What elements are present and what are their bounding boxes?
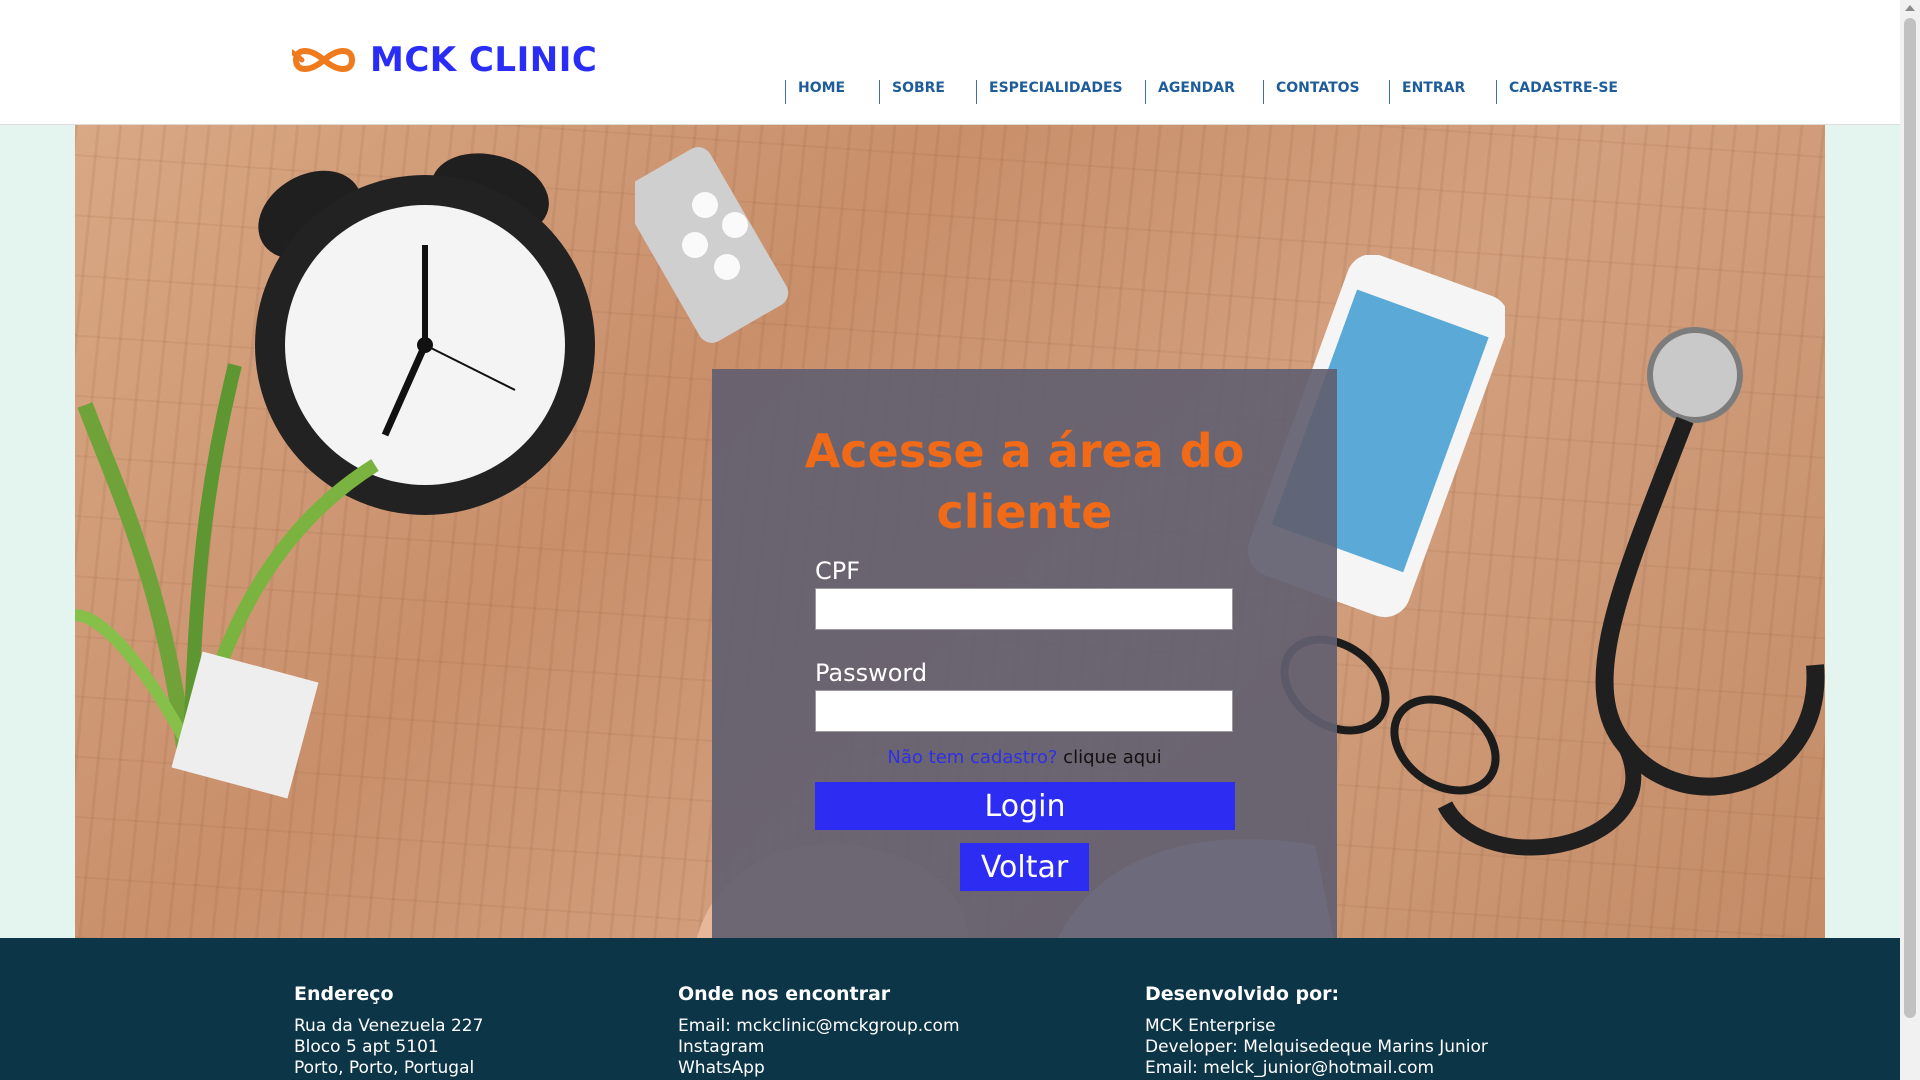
back-button[interactable]: Voltar bbox=[960, 843, 1089, 891]
login-button[interactable]: Login bbox=[815, 782, 1235, 830]
signup-prompt: Não tem cadastro? clique aqui bbox=[712, 747, 1337, 768]
footer-developer-company: MCK Enterprise bbox=[1145, 1016, 1276, 1036]
login-title: Acesse a área do cliente bbox=[804, 424, 1245, 539]
footer-instagram-link[interactable]: Instagram bbox=[678, 1037, 960, 1058]
footer-email[interactable]: Email: mckclinic@mckgroup.com bbox=[678, 1016, 960, 1037]
signup-link[interactable]: Não tem cadastro? bbox=[887, 747, 1057, 768]
cpf-input[interactable] bbox=[815, 588, 1233, 630]
nav-item-home[interactable]: HOME bbox=[785, 80, 845, 104]
nav-item-cadastre-se[interactable]: CADASTRE-SE bbox=[1496, 80, 1618, 104]
signup-suffix: clique aqui bbox=[1063, 747, 1162, 768]
footer-developer: Desenvolvido por: MCK Enterprise Develop… bbox=[1145, 982, 1488, 1079]
footer-developer-heading: Desenvolvido por: bbox=[1145, 983, 1340, 1005]
password-label: Password bbox=[815, 659, 928, 687]
footer-whatsapp-link[interactable]: WhatsApp bbox=[678, 1058, 960, 1079]
site-footer: Endereço Rua da Venezuela 227 Bloco 5 ap… bbox=[0, 938, 1900, 1080]
password-input[interactable] bbox=[815, 690, 1233, 732]
cpf-label: CPF bbox=[815, 557, 861, 585]
footer-developer-name: Developer: Melquisedeque Marins Junior bbox=[1145, 1037, 1488, 1057]
footer-address-heading: Endereço bbox=[294, 983, 394, 1005]
site-header: MCK CLINIC HOME SOBRE ESPECIALIDADES AGE… bbox=[0, 0, 1900, 125]
pill-blister-image bbox=[635, 147, 789, 343]
nav-item-contatos[interactable]: CONTATOS bbox=[1263, 80, 1360, 104]
footer-address-line: Porto, Porto, Portugal bbox=[294, 1058, 475, 1078]
footer-address-line: Rua da Venezuela 227 bbox=[294, 1016, 484, 1036]
footer-address-line: Bloco 5 apt 5101 bbox=[294, 1037, 439, 1057]
vertical-scrollbar[interactable] bbox=[1900, 0, 1920, 1080]
nav-item-especialidades[interactable]: ESPECIALIDADES bbox=[976, 80, 1123, 104]
plant-image bbox=[75, 363, 379, 799]
scroll-up-arrow-icon[interactable] bbox=[1905, 5, 1915, 11]
footer-contact-heading: Onde nos encontrar bbox=[678, 983, 891, 1005]
nav-item-entrar[interactable]: ENTRAR bbox=[1389, 80, 1465, 104]
main-nav: HOME SOBRE ESPECIALIDADES AGENDAR CONTAT… bbox=[0, 0, 1900, 124]
nav-item-agendar[interactable]: AGENDAR bbox=[1145, 80, 1235, 104]
footer-developer-email[interactable]: Email: melck_junior@hotmail.com bbox=[1145, 1058, 1488, 1079]
hero-image: Acesse a área do cliente CPF Password Nã… bbox=[75, 125, 1825, 938]
scrollbar-thumb[interactable] bbox=[1904, 18, 1916, 1018]
footer-address: Endereço Rua da Venezuela 227 Bloco 5 ap… bbox=[294, 982, 483, 1079]
nav-item-sobre[interactable]: SOBRE bbox=[879, 80, 945, 104]
login-panel: Acesse a área do cliente CPF Password Nã… bbox=[712, 369, 1337, 938]
footer-contact: Onde nos encontrar Email: mckclinic@mckg… bbox=[678, 982, 960, 1079]
